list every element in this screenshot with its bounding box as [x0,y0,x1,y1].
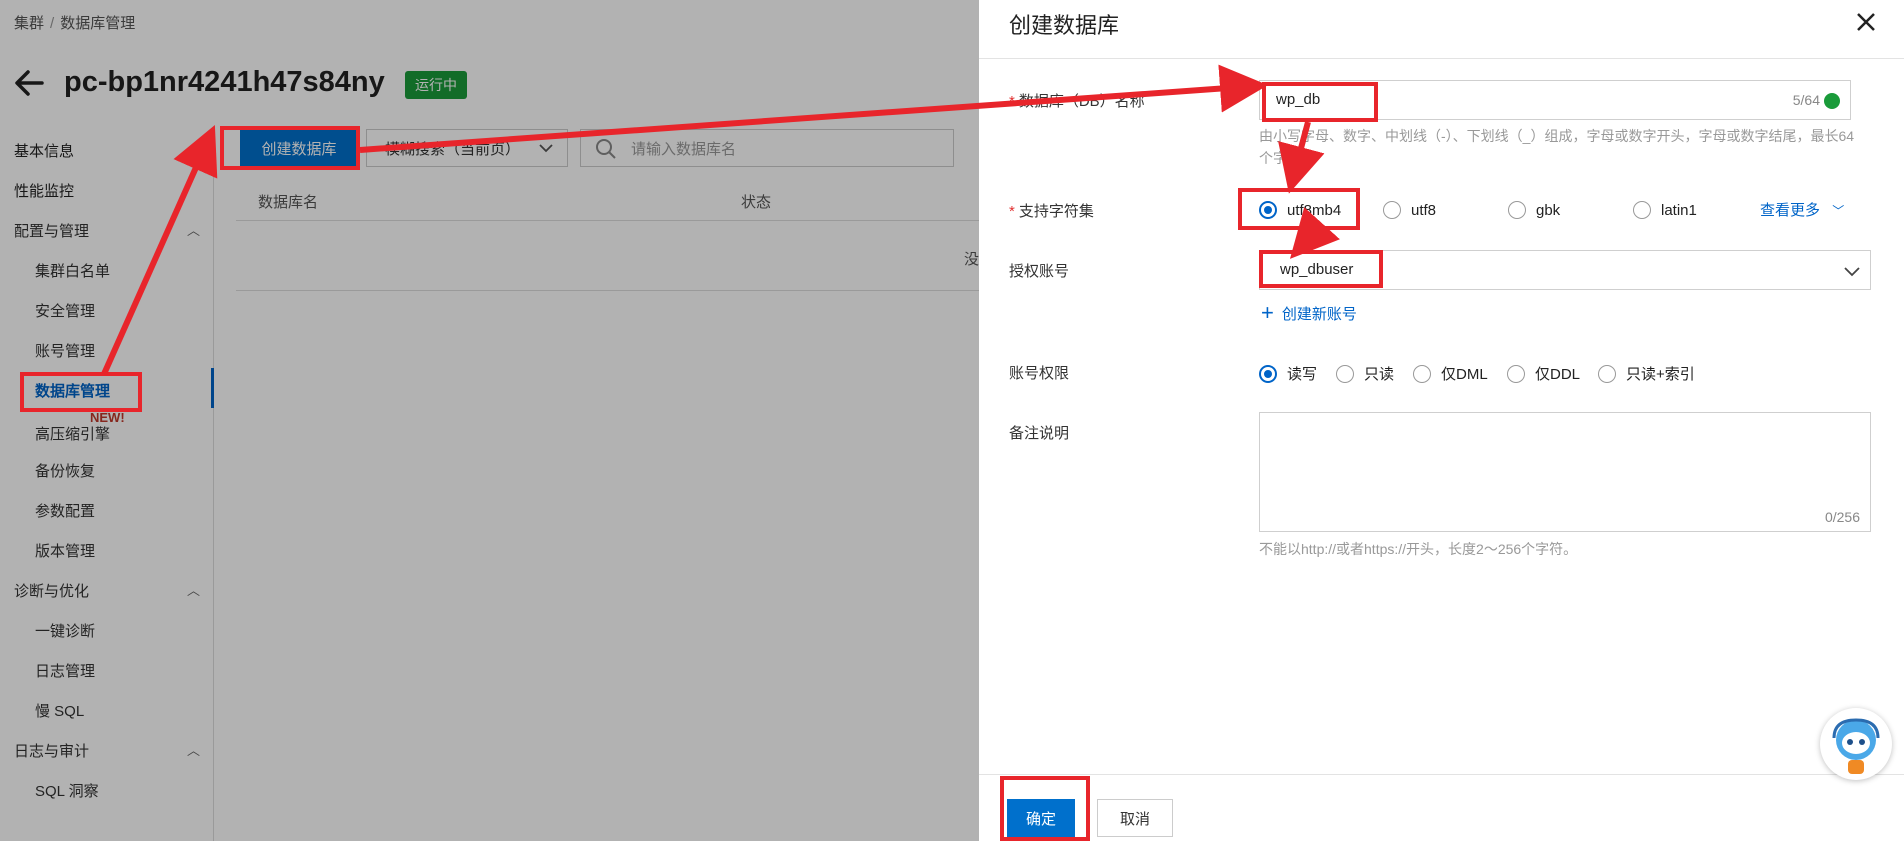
remark-count: 0/256 [1824,509,1860,525]
footer-divider [979,774,1904,775]
account-label: 授权账号 [1009,263,1070,280]
annotation-box-charset [1238,188,1360,230]
charset-label: * 支持字符集 [1009,200,1094,221]
charset-radio-utf8[interactable]: utf8 [1383,201,1436,219]
permission-radio-dml[interactable]: 仅DML [1413,363,1488,384]
radio-unchecked [1508,201,1526,219]
plus-icon: + [1261,300,1274,325]
remark-textarea[interactable]: 0/256 [1259,412,1871,532]
charset-radio-latin1[interactable]: latin1 [1633,201,1697,219]
permission-radio-readonly-index[interactable]: 只读+索引 [1598,363,1695,384]
annotation-box-database-menu [20,372,142,412]
required-mark: * [1009,93,1015,110]
remark-hint: 不能以http://或者https://开头，长度2～256个字符。 [1259,541,1578,557]
annotation-box-db-name [1262,82,1378,122]
radio-unchecked [1413,364,1431,383]
annotation-box-confirm [1000,776,1090,841]
radio-label: 只读+索引 [1626,366,1695,383]
chevron-down-icon [1844,267,1860,277]
drawer-title: 创建数据库 [1009,13,1120,38]
radio-label: 仅DML [1441,366,1488,383]
radio-label: 只读 [1364,366,1395,383]
robot-assistant-icon [1832,718,1880,774]
radio-unchecked [1598,364,1616,383]
permission-radio-ddl[interactable]: 仅DDL [1507,363,1580,384]
annotation-box-account [1259,250,1383,288]
db-name-hint: 由小写字母、数字、中划线（-）、下划线（_）组成，字母或数字开头，字母或数字结尾… [1259,128,1855,166]
radio-label: gbk [1536,201,1561,219]
create-account-link[interactable]: + 创建新账号 [1261,302,1357,324]
chevron-down-icon: ﹀ [1832,204,1845,218]
radio-label: 读写 [1287,366,1318,383]
permission-radio-readonly[interactable]: 只读 [1336,363,1394,384]
radio-label: utf8 [1411,201,1437,219]
radio-unchecked [1633,201,1651,219]
charset-label-text: 支持字符集 [1018,203,1094,220]
remark-label: 备注说明 [1009,425,1070,442]
cancel-button[interactable]: 取消 [1097,799,1173,837]
radio-unchecked [1336,364,1354,383]
radio-unchecked [1383,201,1401,219]
charset-radio-gbk[interactable]: gbk [1508,201,1560,219]
radio-label: latin1 [1661,201,1697,219]
modal-overlay[interactable] [0,0,979,841]
create-database-drawer: 创建数据库 * 数据库（DB）名称 wp_db 5/64 由小写字母、数字、中划线… [979,0,1904,841]
radio-checked [1259,364,1277,383]
db-name-count: 5/64 [1792,92,1820,108]
required-mark: * [1009,203,1015,220]
close-icon[interactable] [1852,8,1880,36]
db-name-label-text: 数据库（DB）名称 [1018,93,1145,110]
check-circle-icon [1824,93,1840,109]
charset-more-link[interactable]: 查看更多 ﹀ [1760,199,1844,220]
more-link-label: 查看更多 [1760,202,1821,219]
permission-radio-readwrite[interactable]: 读写 [1259,363,1317,384]
drawer-divider [979,58,1904,59]
assistant-avatar[interactable] [1820,708,1892,780]
radio-unchecked [1507,364,1525,383]
radio-label: 仅DDL [1535,366,1581,383]
create-account-label: 创建新账号 [1281,305,1357,323]
annotation-box-create-button [220,126,360,170]
permission-label: 账号权限 [1009,365,1070,382]
db-name-label: * 数据库（DB）名称 [1009,90,1145,111]
